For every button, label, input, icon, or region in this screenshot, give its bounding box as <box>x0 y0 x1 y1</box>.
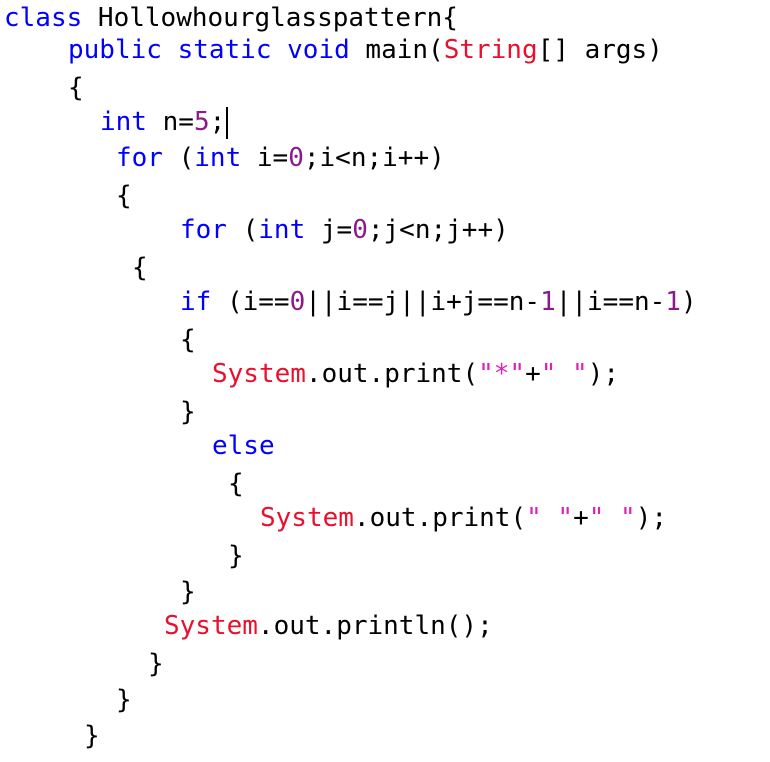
code-token: .out.println(); <box>257 611 493 641</box>
code-token: ;j<n;j++) <box>367 215 509 245</box>
code-token: { <box>180 325 196 355</box>
code-line: System.out.print(" "+" "); <box>260 500 667 536</box>
code-token: int <box>194 143 242 173</box>
code-token: System <box>164 611 258 641</box>
code-token: " " <box>526 503 574 533</box>
code-token: { <box>116 181 132 211</box>
code-token: n= <box>146 107 194 137</box>
code-token: 0 <box>289 287 306 317</box>
code-token: 0 <box>288 143 304 173</box>
code-line: { <box>132 250 148 286</box>
code-line: if (i==0||i==j||i+j==n-1||i==n-1) <box>180 284 697 320</box>
code-token: + <box>573 503 589 533</box>
code-token: ) <box>680 287 697 317</box>
code-line: } <box>148 646 164 682</box>
code-token: public static void <box>68 35 350 65</box>
code-token: int <box>258 215 306 245</box>
code-token: class <box>4 3 83 33</box>
code-token: ( <box>226 215 259 245</box>
code-token: 0 <box>352 215 368 245</box>
code-line: int n=5; <box>100 104 229 140</box>
code-line: { <box>228 466 244 502</box>
code-line: } <box>180 574 196 610</box>
code-line: for (int i=0;i<n;i++) <box>116 140 445 176</box>
code-line: { <box>180 322 196 358</box>
code-token: ); <box>587 359 620 389</box>
code-token: " " <box>540 359 588 389</box>
code-line: { <box>68 70 84 106</box>
code-token: for <box>180 215 227 245</box>
code-token: } <box>228 541 244 571</box>
code-token: System <box>260 503 354 533</box>
code-token: ); <box>635 503 668 533</box>
code-token: } <box>148 649 164 679</box>
code-token: main( <box>349 35 444 65</box>
code-token: (i== <box>211 287 290 317</box>
code-token: " " <box>588 503 636 533</box>
code-token: 1 <box>540 287 556 317</box>
code-token: + <box>525 359 541 389</box>
code-token: "*" <box>478 359 526 389</box>
code-token: else <box>212 431 275 461</box>
code-token: ;i<n;i++) <box>303 143 445 173</box>
code-token: } <box>84 721 100 751</box>
code-token: ||i==n- <box>555 287 666 317</box>
code-line: } <box>228 538 244 574</box>
code-editor[interactable]: class Hollowhourglasspattern{ public sta… <box>0 0 770 762</box>
code-token: i= <box>241 143 289 173</box>
code-token: } <box>116 685 132 715</box>
code-token: ( <box>162 143 195 173</box>
code-line: } <box>116 682 132 718</box>
code-token: for <box>116 143 163 173</box>
code-token: { <box>132 253 148 283</box>
code-token: Hollowhourglasspattern{ <box>82 3 458 33</box>
code-line: public static void main(String[] args) <box>68 32 663 68</box>
code-token: [] args) <box>537 35 663 65</box>
code-token: 5 <box>193 107 210 137</box>
code-line: else <box>212 428 275 464</box>
code-line: } <box>180 394 196 430</box>
code-line: class Hollowhourglasspattern{ <box>4 0 458 36</box>
code-token: 1 <box>665 287 681 317</box>
code-token: ||i==j||i+j==n- <box>305 287 541 317</box>
code-line: for (int j=0;j<n;j++) <box>180 212 509 248</box>
code-token: } <box>180 577 196 607</box>
text-cursor <box>226 106 229 139</box>
code-token: .out.print( <box>305 359 479 389</box>
code-line: { <box>116 178 132 214</box>
code-token: int <box>100 107 147 137</box>
code-token: System <box>212 359 306 389</box>
code-token: if <box>180 287 212 317</box>
code-line: } <box>84 718 100 754</box>
code-line: System.out.println(); <box>164 608 493 644</box>
code-line: System.out.print("*"+" "); <box>212 356 619 392</box>
code-token: .out.print( <box>353 503 527 533</box>
code-token: ; <box>209 107 226 137</box>
code-token: { <box>68 73 84 103</box>
code-token: j= <box>305 215 353 245</box>
code-token: } <box>180 397 196 427</box>
code-token: String <box>443 35 538 65</box>
code-token: { <box>228 469 244 499</box>
